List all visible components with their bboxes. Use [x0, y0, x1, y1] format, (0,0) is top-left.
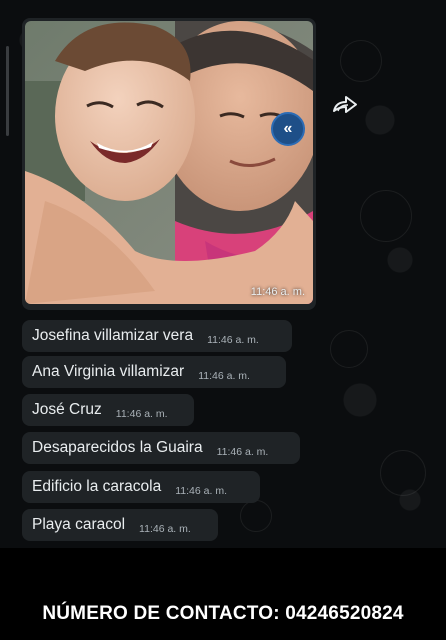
message-bubble[interactable]: Playa caracol 11:46 a. m. [22, 509, 218, 541]
message-text: Ana Virginia villamizar [32, 363, 185, 380]
wallpaper-doodle [380, 450, 426, 496]
message-bubble[interactable]: Desaparecidos la Guaira 11:46 a. m. [22, 432, 300, 464]
wallpaper-doodle [330, 330, 368, 368]
message-time: 11:46 a. m. [198, 370, 250, 382]
shared-photo[interactable]: 11:46 a. m. [25, 21, 313, 304]
contact-footer: NÚMERO DE CONTACTO: 04246520824 [0, 588, 446, 640]
message-bubble[interactable]: Josefina villamizar vera 11:46 a. m. [22, 320, 292, 352]
scroll-indicator[interactable] [6, 46, 9, 136]
wallpaper-doodle [340, 40, 382, 82]
message-time: 11:46 a. m. [115, 408, 168, 420]
forward-button[interactable] [330, 90, 360, 120]
image-message[interactable]: 11:46 a. m. [22, 18, 316, 310]
message-bubble[interactable]: Ana Virginia villamizar 11:46 a. m. [22, 356, 286, 388]
message-time: 11:46 a. m. [216, 446, 269, 458]
chat-area: 11:46 a. m. « Josefina villamizar vera 1… [0, 0, 446, 548]
message-time: 11:46 a. m. [207, 334, 259, 346]
black-divider [0, 548, 446, 588]
message-text: Josefina villamizar vera [32, 327, 194, 344]
message-text: Edificio la caracola [32, 478, 162, 495]
message-time: 11:46 a. m. [175, 485, 227, 497]
contact-number-text: NÚMERO DE CONTACTO: 04246520824 [42, 603, 404, 624]
double-chevron-left-icon[interactable]: « [271, 112, 305, 146]
photo-timestamp: 11:46 a. m. [250, 286, 305, 298]
message-text: Playa caracol [32, 516, 126, 533]
photo-illustration [25, 21, 313, 304]
wallpaper-doodle [240, 500, 272, 532]
message-bubble[interactable]: Edificio la caracola 11:46 a. m. [22, 471, 260, 503]
wallpaper-doodle [360, 190, 412, 242]
message-bubble[interactable]: José Cruz 11:46 a. m. [22, 394, 194, 426]
forward-arrow-icon [333, 96, 357, 113]
message-time: 11:46 a. m. [139, 523, 191, 535]
message-text: José Cruz [32, 401, 102, 418]
message-text: Desaparecidos la Guaira [32, 439, 203, 456]
